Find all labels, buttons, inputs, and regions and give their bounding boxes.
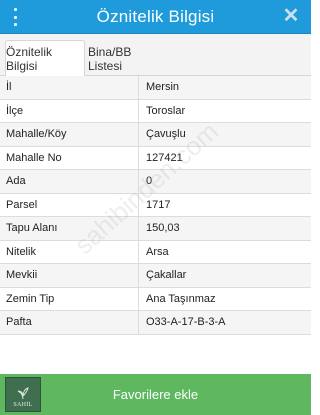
leaf-icon: [17, 387, 29, 400]
attribute-value: Çakallar: [146, 269, 187, 282]
tab-bina-bb-listesi[interactable]: Bina/BB Listesi: [88, 40, 166, 77]
attribute-value: 127421: [146, 151, 183, 164]
tab-oznitelik-bilgisi[interactable]: Öznitelik Bilgisi: [5, 40, 85, 77]
table-row: Mahalle/Köy Çavuşlu: [0, 123, 311, 147]
attribute-value: Arsa: [146, 245, 169, 258]
table-row: Ada 0: [0, 170, 311, 194]
table-row: Mevkii Çakallar: [0, 264, 311, 288]
attribute-key: Parsel: [0, 193, 139, 216]
attribute-key: Mahalle No: [0, 146, 139, 169]
logo-text: SAHİL: [13, 402, 33, 408]
add-favorite-button[interactable]: SAHİL Favorilere ekle: [0, 374, 311, 415]
attribute-key: Mahalle/Köy: [0, 123, 139, 146]
table-row: İl Mersin: [0, 76, 311, 100]
attribute-key: Pafta: [0, 311, 139, 334]
attribute-key: İlçe: [0, 99, 139, 122]
close-icon[interactable]: ✕: [281, 6, 301, 26]
table-row: Nitelik Arsa: [0, 240, 311, 264]
attribute-value: 1717: [146, 198, 171, 211]
attribute-key: Ada: [0, 170, 139, 193]
vertical-dots-icon[interactable]: [11, 8, 19, 26]
title-bar: Öznitelik Bilgisi ✕: [0, 0, 311, 34]
table-row: Mahalle No 127421: [0, 146, 311, 170]
table-row: Pafta O33-A-17-B-3-A: [0, 311, 311, 335]
table-row: Zemin Tip Ana Taşınmaz: [0, 287, 311, 311]
table-row: Parsel 1717: [0, 193, 311, 217]
attribute-value: Çavuşlu: [146, 128, 186, 141]
add-favorite-label: Favorilere ekle: [112, 387, 199, 402]
attribute-key: Tapu Alanı: [0, 217, 139, 240]
brand-logo: SAHİL: [5, 377, 41, 412]
page-title: Öznitelik Bilgisi: [96, 6, 215, 26]
attribute-key: Nitelik: [0, 240, 139, 263]
table-row: Tapu Alanı 150,03: [0, 217, 311, 241]
attribute-key: Mevkii: [0, 264, 139, 287]
attribute-value: Toroslar: [146, 104, 186, 117]
attribute-value: O33-A-17-B-3-A: [146, 316, 226, 329]
attribute-value: 0: [146, 175, 153, 188]
attribute-table: İl Mersin İlçe Toroslar Mahalle/Köy Çavu…: [0, 76, 311, 335]
attribute-key: İl: [0, 76, 139, 99]
attribute-value: Ana Taşınmaz: [146, 292, 216, 305]
table-row: İlçe Toroslar: [0, 99, 311, 123]
attribute-key: Zemin Tip: [0, 287, 139, 310]
attribute-value: Mersin: [146, 81, 180, 94]
tab-bar: Öznitelik Bilgisi Bina/BB Listesi: [0, 34, 311, 77]
attribute-value: 150,03: [146, 222, 180, 235]
